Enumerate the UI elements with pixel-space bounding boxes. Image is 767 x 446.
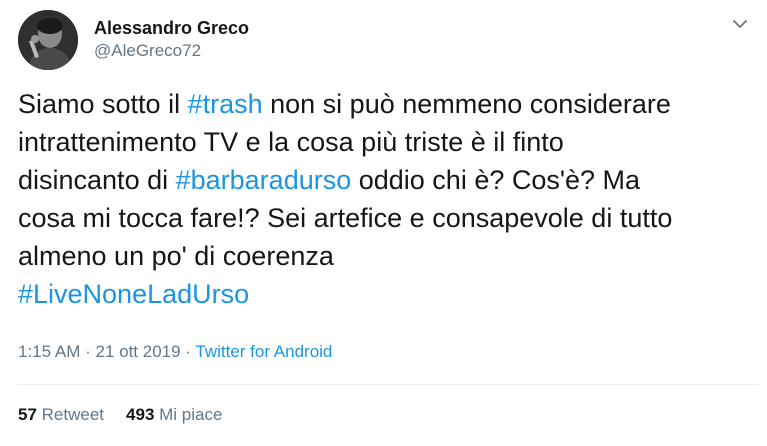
tweet-line-2: intrattenimento TV e la cosa più triste … (18, 127, 564, 157)
retweet-stat[interactable]: 57 Retweet (18, 404, 104, 426)
like-stat[interactable]: 493 Mi piace (126, 404, 222, 426)
chevron-down-icon[interactable] (730, 14, 750, 34)
tweet-text-segment: non si può nemmeno considerare (262, 89, 671, 119)
tweet-text-segment: oddio chi è? Cos'è? Ma (351, 165, 641, 195)
tweet-line-5: almeno un po' di coerenza (18, 241, 334, 271)
user-names: Alessandro Greco @AleGreco72 (94, 16, 249, 62)
tweet-source-link[interactable]: Twitter for Android (195, 342, 332, 361)
user-avatar-photo-icon (18, 10, 78, 70)
tweet-line-3: disincanto di #barbaradurso oddio chi è?… (18, 161, 758, 199)
like-count: 493 (126, 405, 155, 424)
divider (18, 384, 758, 385)
tweet-line-6: #LiveNoneLadUrso (18, 275, 758, 313)
user-handle[interactable]: @AleGreco72 (94, 40, 249, 62)
like-label: Mi piace (159, 405, 223, 424)
tweet-card: Alessandro Greco @AleGreco72 Siamo sotto… (0, 0, 767, 446)
tweet-stats: 57 Retweet 493 Mi piace (18, 404, 244, 426)
retweet-label: Retweet (41, 405, 105, 424)
tweet-meta: 1:15 AM · 21 ott 2019 · Twitter for Andr… (18, 341, 332, 363)
hashtag-link[interactable]: #barbaradurso (176, 165, 352, 195)
retweet-count: 57 (18, 405, 37, 424)
hashtag-link[interactable]: #trash (188, 89, 263, 119)
tweet-header: Alessandro Greco @AleGreco72 (18, 10, 758, 70)
meta-separator: · (180, 342, 196, 361)
tweet-text-segment: Siamo sotto il (18, 89, 188, 119)
display-name[interactable]: Alessandro Greco (94, 16, 249, 40)
tweet-text: Siamo sotto il #trash non si può nemmeno… (18, 85, 758, 313)
tweet-date[interactable]: 21 ott 2019 (95, 342, 180, 361)
meta-separator: · (80, 342, 96, 361)
tweet-line-4: cosa mi tocca fare!? Sei artefice e cons… (18, 203, 673, 233)
tweet-line-1: Siamo sotto il #trash non si può nemmeno… (18, 85, 758, 123)
tweet-text-segment: disincanto di (18, 165, 176, 195)
hashtag-link[interactable]: #LiveNoneLadUrso (18, 279, 249, 309)
tweet-time[interactable]: 1:15 AM (18, 342, 80, 361)
avatar[interactable] (18, 10, 78, 70)
